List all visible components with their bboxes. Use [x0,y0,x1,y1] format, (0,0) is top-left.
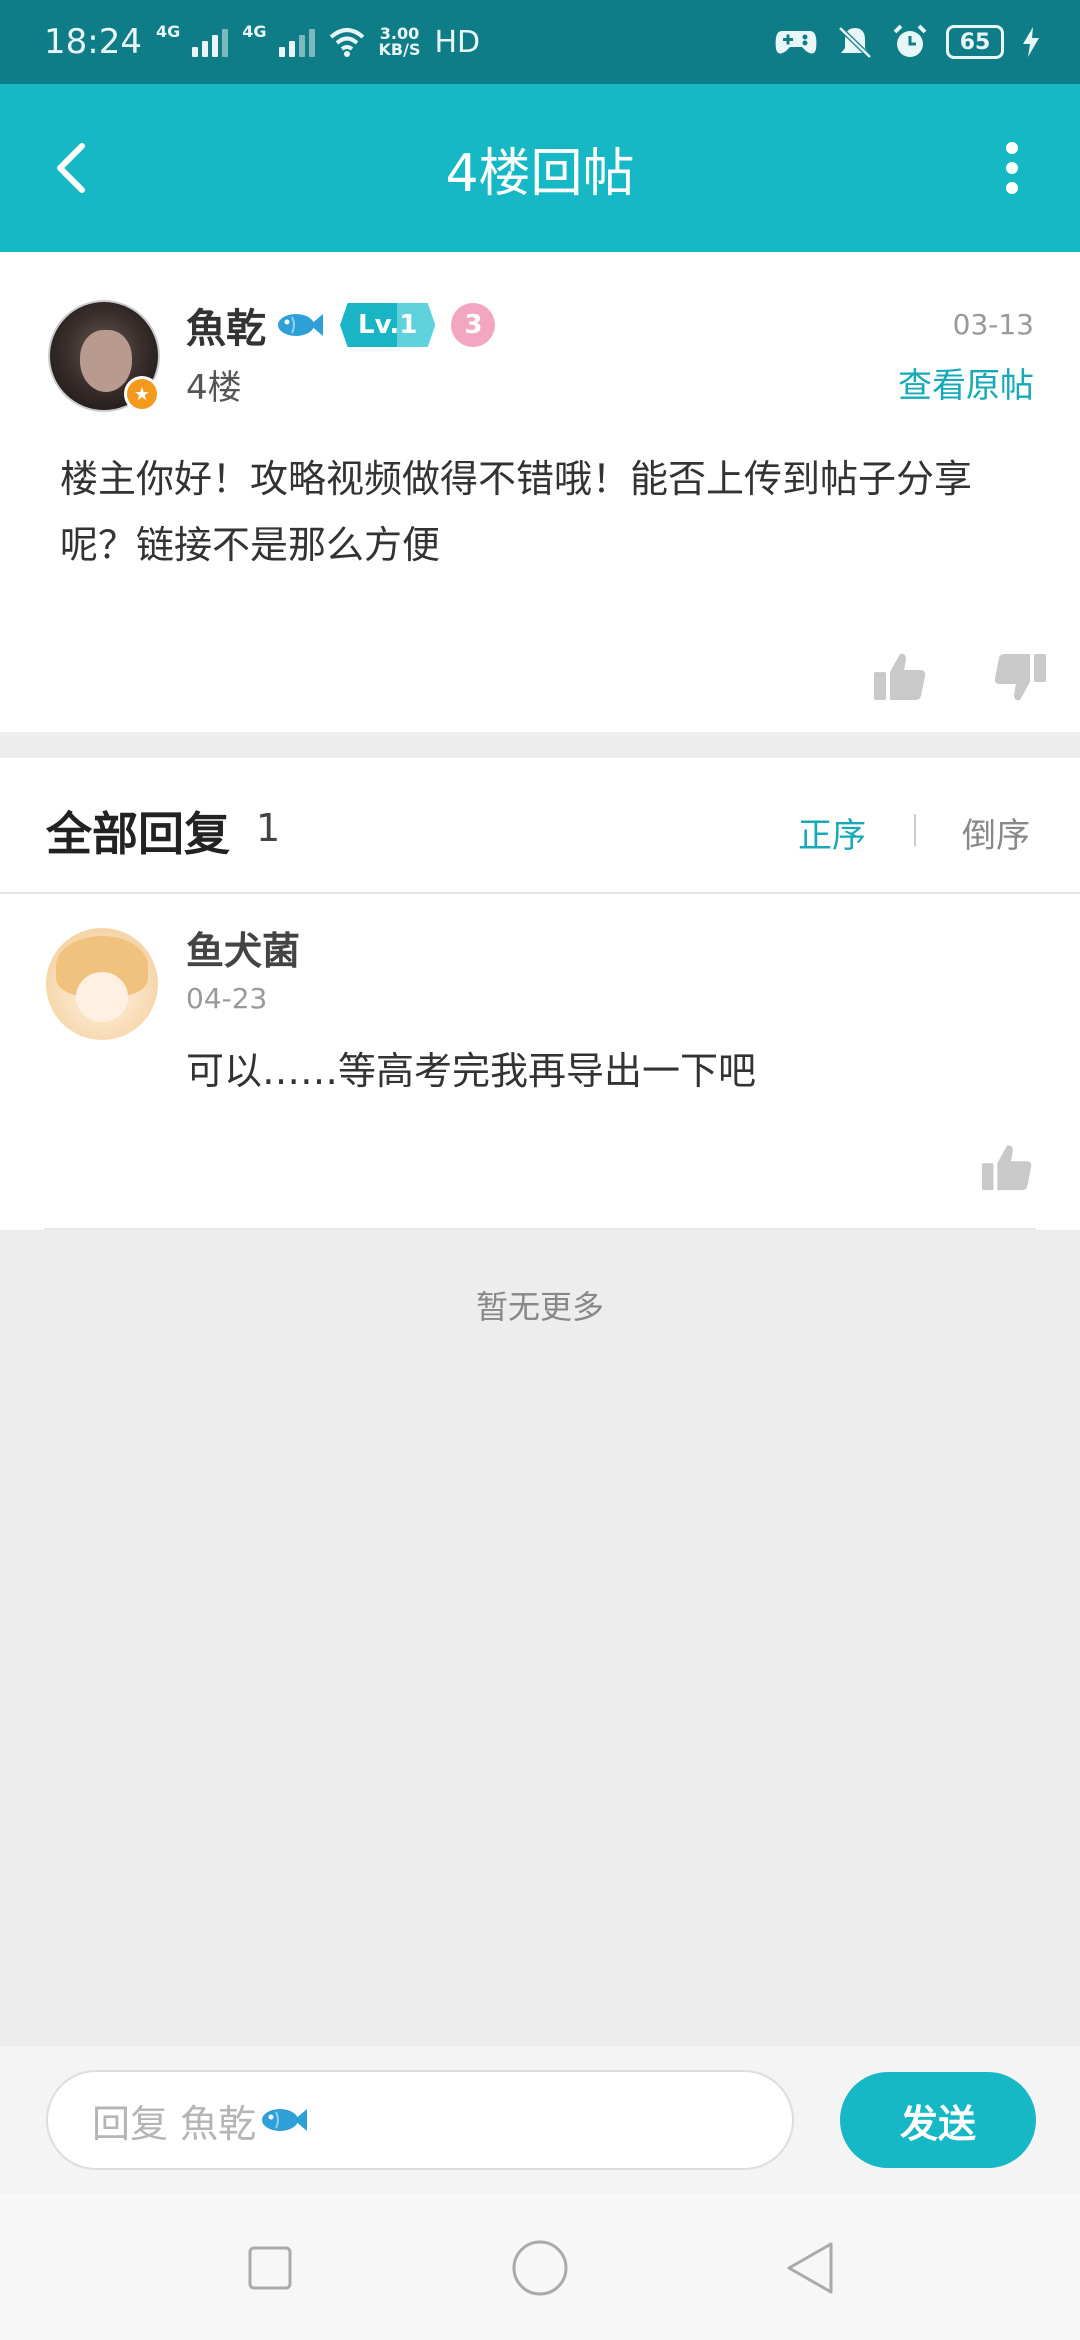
reply-date: 04-23 [186,982,268,1015]
reply-avatar[interactable] [46,928,158,1040]
speed-unit: KB/S [378,40,421,59]
home-button[interactable] [510,2238,570,2298]
status-bar: 18:24 4G 4G 3.00 KB/S HD 65 [0,0,1080,84]
status-time: 18:24 [44,22,142,62]
divider [44,1228,1036,1230]
recent-apps-button[interactable] [240,2238,300,2298]
reply-body: 可以……等高考完我再导出一下吧 [186,1049,757,1093]
triangle-back-icon [787,2242,833,2294]
network-type-2: 4G [242,22,267,41]
replies-count: 1 [256,806,281,850]
more-vertical-icon [1006,142,1018,194]
alarm-clock-icon [893,24,927,57]
circle-icon [512,2240,568,2296]
original-post: ★ 魚乾 Lv.1 3 4楼 03-13 查看原帖 楼主你好！攻略视频做得不错哦… [0,252,1080,732]
thumbs-down-icon[interactable] [992,650,1048,706]
app-bar: 4楼回帖 [0,84,1080,252]
network-type-1: 4G [155,22,181,41]
post-date: 03-13 [952,308,1034,341]
charging-icon [1023,27,1039,57]
reply-item: 鱼犬菌 04-23 可以……等高考完我再导出一下吧 [0,894,1080,1230]
reply-input-placeholder: 回复 魚乾 [92,2101,257,2146]
vibrate-off-icon [838,26,872,59]
reply-author-name[interactable]: 鱼犬菌 [186,920,300,975]
system-nav-bar [0,2194,1080,2340]
avatar-face [76,972,128,1022]
more-options-button[interactable] [980,136,1044,200]
hd-indicator: HD [434,24,481,60]
wifi-icon [329,28,364,57]
network-speed: 3.00 KB/S [379,26,421,58]
pink-badge-icon: 3 [451,303,496,347]
back-nav-button[interactable] [780,2238,840,2298]
battery-indicator: 65 [946,25,1004,59]
thumbs-up-icon[interactable] [872,648,928,704]
no-more-label: 暂无更多 [475,1288,604,1326]
level-badge: Lv.1 [340,303,436,347]
status-right: 65 [774,24,1040,60]
author-row: 魚乾 Lv.1 3 [186,296,496,354]
post-body: 楼主你好！攻略视频做得不错哦！能否上传到帖子分享呢？链接不是那么方便 [60,457,973,567]
avatar-face [80,330,132,392]
status-left: 18:24 4G 4G 3.00 KB/S HD [44,22,480,62]
signal-icon [192,27,229,57]
floor-label: 4楼 [186,368,242,408]
signal-icon-2 [278,27,315,57]
page-title: 4楼回帖 [445,143,635,204]
reply-input-bar: 回复 魚乾 发送 [0,2046,1080,2194]
sort-divider [914,814,916,846]
sort-descending-button[interactable]: 倒序 [962,808,1030,857]
square-icon [248,2246,292,2290]
fish-icon [262,2109,308,2131]
send-button[interactable]: 发送 [840,2072,1036,2168]
thumbs-up-icon[interactable] [980,1140,1034,1194]
game-controller-icon [775,31,817,54]
author-name[interactable]: 魚乾 [186,296,266,354]
chevron-left-icon [57,143,85,193]
replies-title: 全部回复 [46,807,230,861]
reply-input[interactable]: 回复 魚乾 [46,2070,794,2170]
star-badge-icon: ★ [124,376,160,412]
view-original-link[interactable]: 查看原帖 [898,358,1034,407]
replies-header: 全部回复 1 正序 倒序 [0,758,1080,894]
fish-icon [278,314,323,336]
sort-ascending-button[interactable]: 正序 [798,808,866,857]
back-button[interactable] [40,136,104,200]
